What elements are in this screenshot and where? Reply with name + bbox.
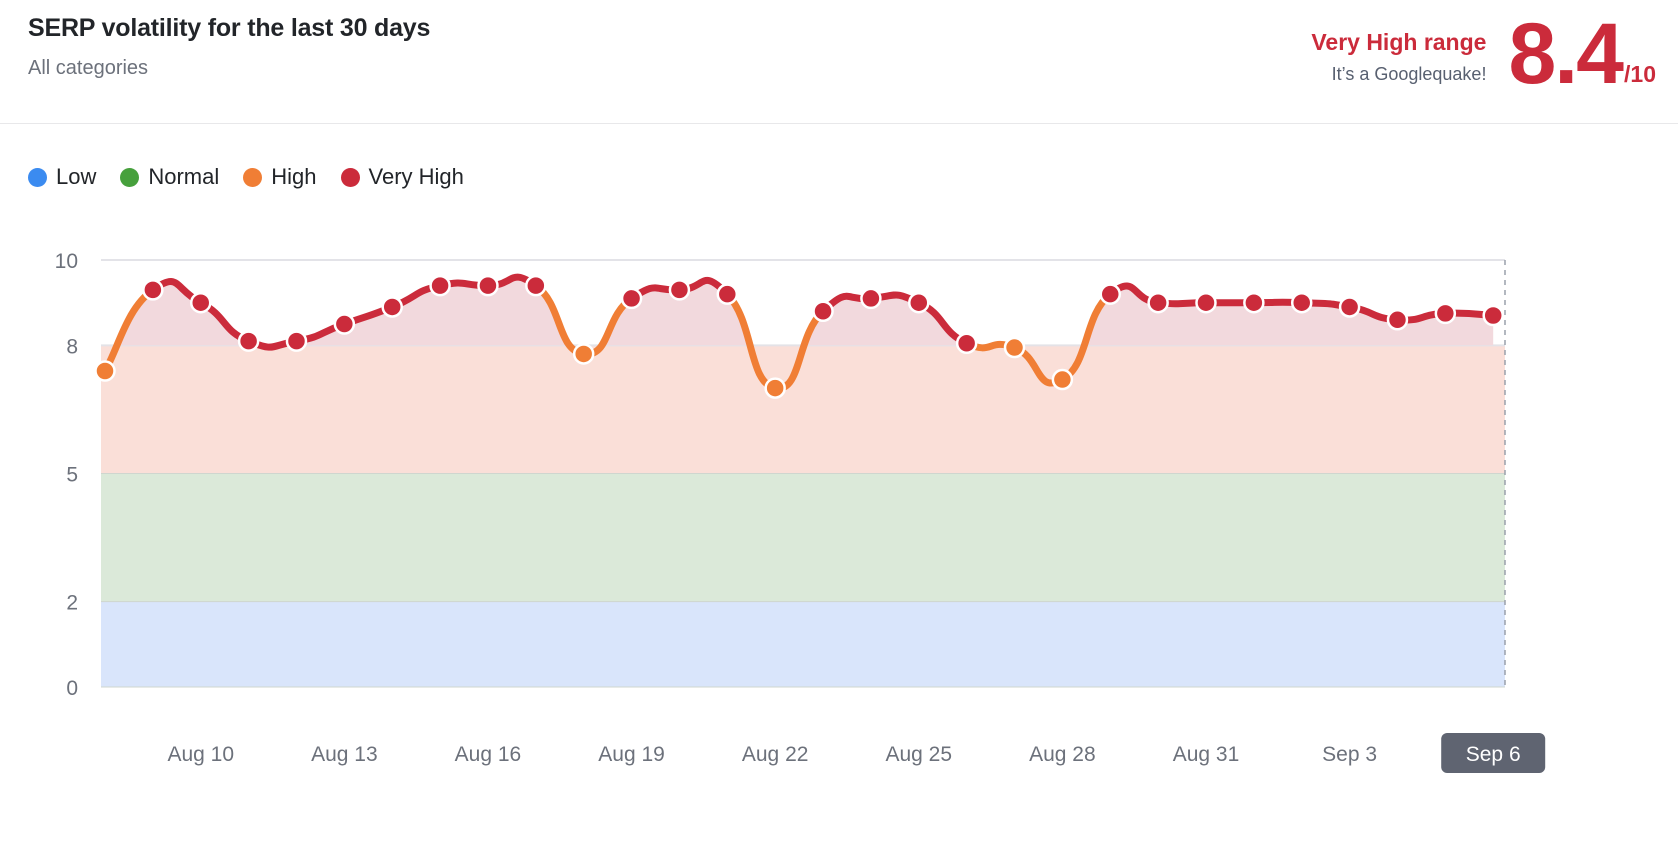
data-point[interactable] [237,330,260,352]
y-axis-tick-label: 5 [66,464,78,487]
data-point[interactable] [1434,302,1457,325]
x-axis-tick-label: Aug 31 [1173,743,1240,766]
band-high [101,345,1505,474]
data-point[interactable] [1386,309,1409,331]
band-low [101,601,1505,687]
legend-label: Very High [368,164,464,189]
data-point[interactable] [668,279,691,301]
x-axis-tick-label: Aug 25 [885,743,952,766]
legend-item-low[interactable]: Low [28,163,96,191]
data-point[interactable] [716,283,739,305]
legend-item-normal[interactable]: Normal [120,163,219,191]
data-point[interactable] [1099,283,1122,305]
volatility-line-chart: 0 2 5 8 10 Aug 10 Aug 13 Aug 16 Aug 19 Aug 22 Aug … [55,250,1546,773]
legend-label: Low [56,164,97,189]
data-point[interactable] [1290,291,1313,314]
range-description: It’s a Googlequake! [1331,63,1487,84]
legend-label: High [271,164,317,189]
data-point[interactable] [572,343,595,365]
x-axis-tick-label: Aug 19 [598,743,665,766]
data-point[interactable] [620,287,643,310]
header-title-group: SERP volatility for the last 30 days All… [28,10,430,83]
data-point[interactable] [477,274,499,297]
data-point[interactable] [1243,291,1265,314]
data-point[interactable] [812,300,834,322]
legend-item-very-high[interactable]: Very High [340,163,464,191]
today-badge-label: Sep 6 [1466,743,1521,766]
score-denominator: /10 [1624,61,1656,87]
x-axis-tick-label: Aug 16 [455,743,522,766]
data-point[interactable] [525,274,547,297]
header-score-group: Very High range It’s a Googlequake! 8.4 … [1311,0,1656,118]
range-status: Very High range It’s a Googlequake! [1311,27,1508,92]
x-axis-tick-label: Aug 22 [742,743,809,766]
serp-volatility-widget: SERP volatility for the last 30 days All… [0,0,1678,866]
data-point[interactable] [764,377,786,399]
legend-label: Normal [148,164,220,189]
band-normal [101,473,1505,602]
y-axis-tick-label: 10 [55,250,78,273]
data-point[interactable] [189,291,212,314]
x-axis-tick-label: Aug 10 [167,743,234,766]
y-axis-tick-label: 0 [66,677,78,700]
data-point[interactable] [1051,368,1074,391]
score-value: 8.4 [1508,6,1624,102]
page-subtitle: All categories [28,57,149,79]
data-point[interactable] [1147,291,1169,314]
legend-swatch-icon [28,167,47,187]
data-point[interactable] [908,291,930,314]
chart-legend: Low Normal High Very High [28,163,464,191]
legend-swatch-icon [243,167,263,187]
data-point[interactable] [860,287,882,310]
legend-item-high[interactable]: High [243,163,317,191]
data-point[interactable] [1482,304,1504,327]
data-point[interactable] [285,330,308,352]
y-axis-tick-label: 2 [66,592,78,615]
x-axis-tick-label: Sep 3 [1322,743,1377,766]
score-block: 8.4 /10 [1508,6,1656,102]
data-point[interactable] [1195,291,1217,314]
x-axis-tick-label: Aug 28 [1029,743,1096,766]
chart-area: 0 2 5 8 10 Aug 10 Aug 13 Aug 16 Aug 19 Aug 22 Aug … [0,222,1678,866]
data-point[interactable] [955,332,978,355]
data-point[interactable] [1338,296,1361,318]
widget-header: SERP volatility for the last 30 days All… [0,0,1678,124]
data-point[interactable] [429,274,451,297]
data-point[interactable] [1003,336,1026,359]
legend-swatch-icon [120,167,140,187]
x-axis-tick-label: Aug 13 [311,743,378,766]
y-axis-tick-label: 8 [66,335,78,358]
legend-swatch-icon [340,167,360,187]
page-title: SERP volatility for the last 30 days [28,14,431,42]
data-point[interactable] [142,279,164,301]
range-label: Very High range [1311,28,1487,55]
data-point[interactable] [94,360,116,382]
data-point[interactable] [381,296,403,318]
data-point[interactable] [333,313,356,335]
